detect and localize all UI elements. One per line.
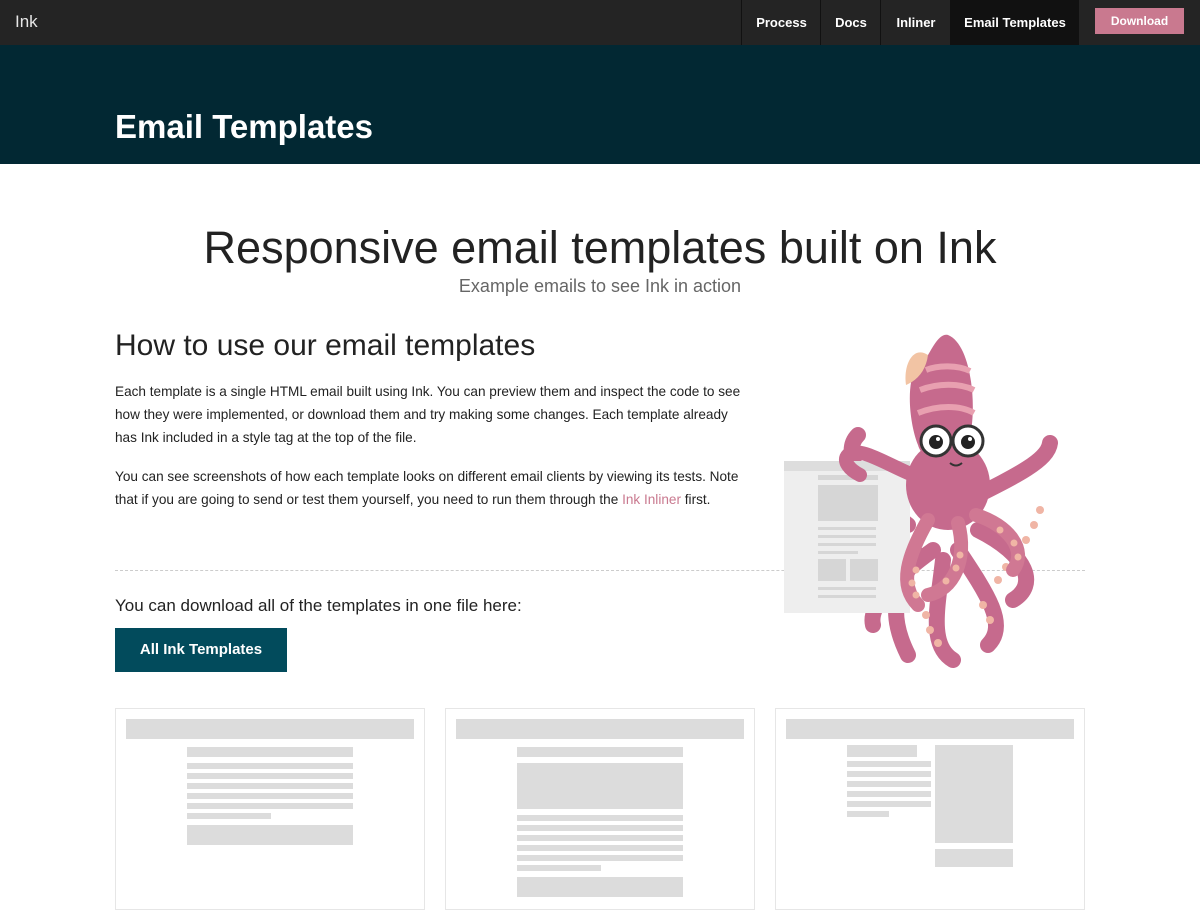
- all-ink-templates-button[interactable]: All Ink Templates: [115, 628, 287, 672]
- download-all-text: You can download all of the templates in…: [115, 596, 522, 615]
- main-headline: Responsive email templates built on Ink: [203, 222, 997, 273]
- page-title: Email Templates: [115, 108, 373, 145]
- template-card[interactable]: [775, 708, 1085, 910]
- octopus-mascot-icon: [778, 325, 1078, 670]
- paragraph-text: first.: [681, 492, 711, 507]
- template-card[interactable]: [115, 708, 425, 910]
- nav-item-docs[interactable]: Docs: [820, 0, 881, 45]
- ink-inliner-link[interactable]: Ink Inliner: [622, 492, 681, 507]
- download-button[interactable]: Download: [1095, 8, 1184, 34]
- howto-title: How to use our email templates: [115, 329, 536, 362]
- sub-headline: Example emails to see Ink in action: [458, 276, 742, 296]
- nav-item-inliner[interactable]: Inliner: [880, 0, 951, 45]
- nav-download-container: Download: [1078, 0, 1200, 45]
- nav-item-email-templates[interactable]: Email Templates: [950, 0, 1079, 45]
- top-navbar: Ink Process Docs Inliner Email Templates…: [0, 0, 1200, 45]
- brand-logo[interactable]: Ink: [15, 12, 38, 32]
- nav-item-process[interactable]: Process: [741, 0, 821, 45]
- howto-paragraph-2: You can see screenshots of how each temp…: [115, 465, 745, 511]
- page-header: Email Templates: [0, 45, 1200, 164]
- howto-paragraph-1: Each template is a single HTML email bui…: [115, 384, 741, 445]
- template-card[interactable]: [445, 708, 755, 910]
